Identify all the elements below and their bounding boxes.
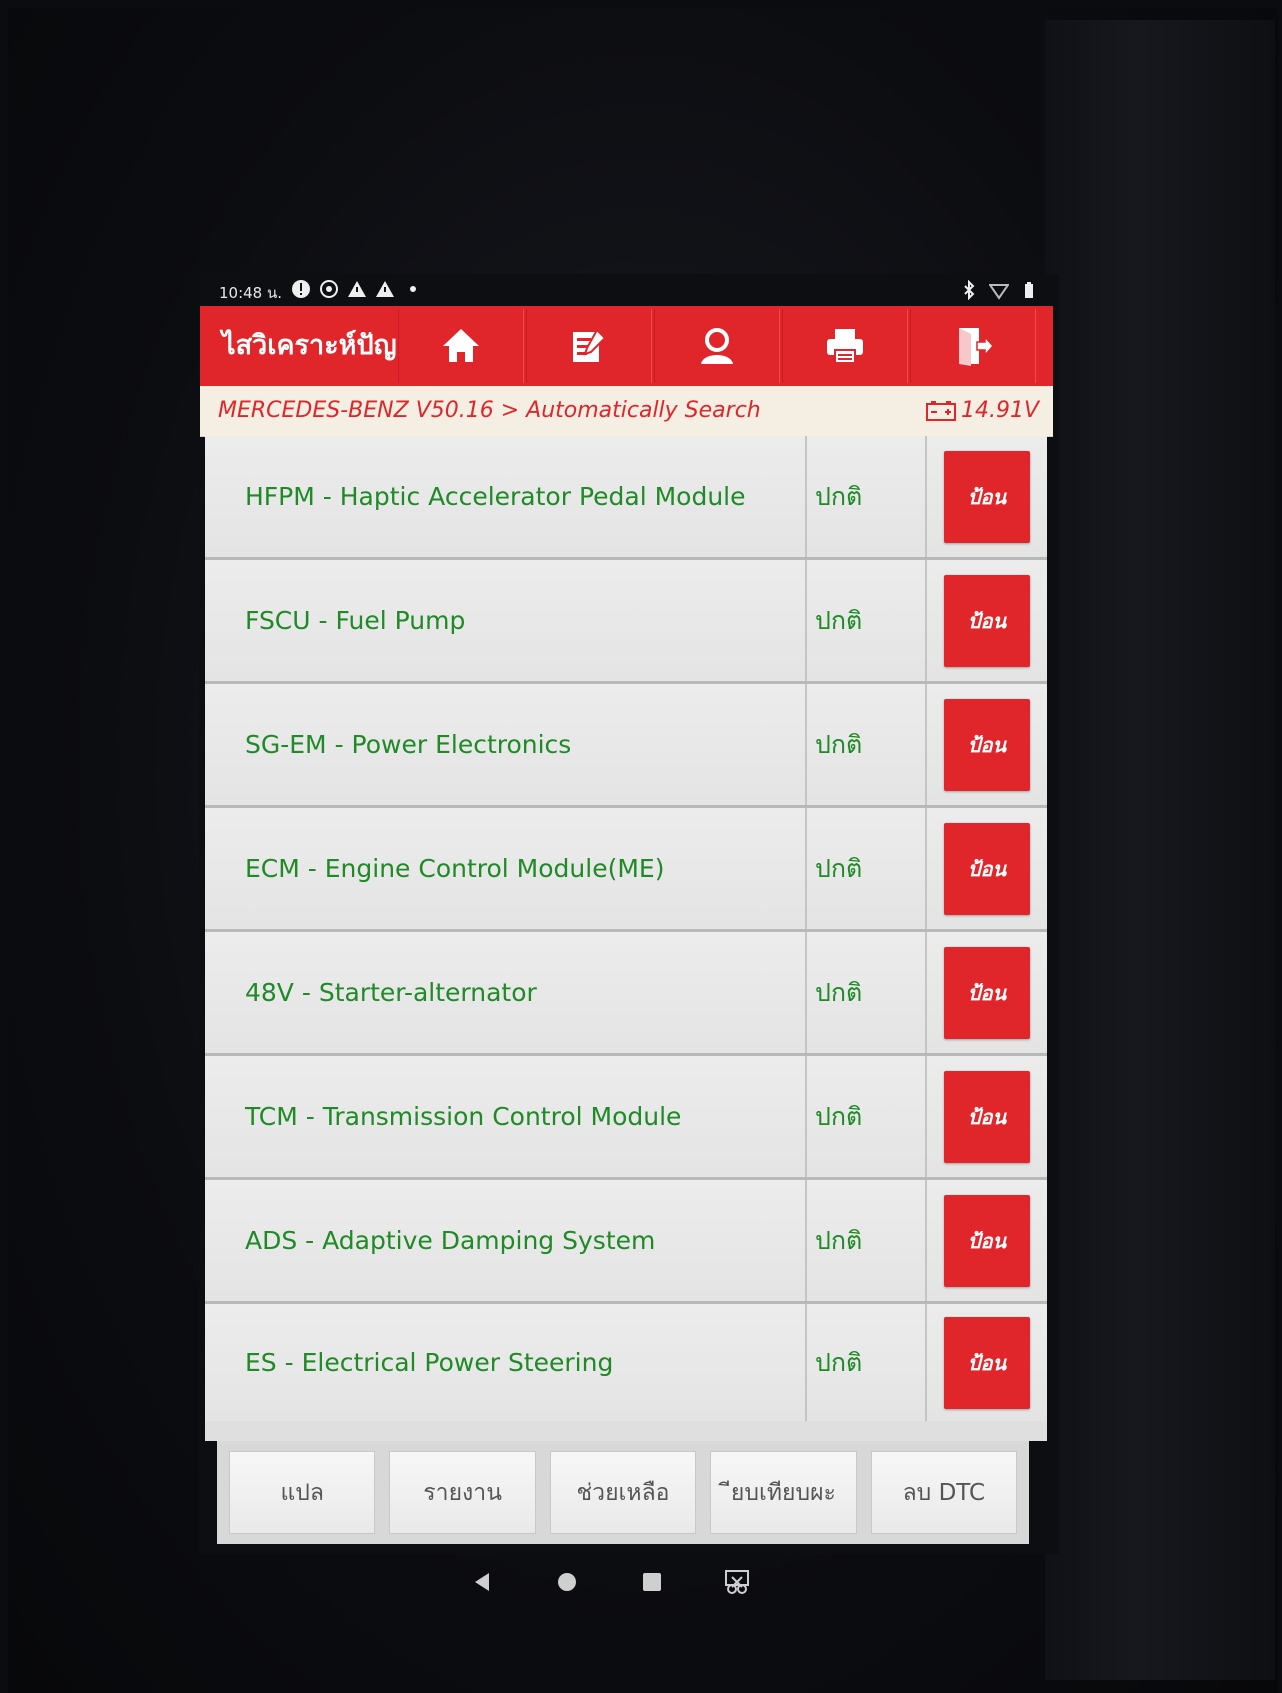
user-profile-button[interactable] — [654, 309, 780, 383]
battery-status-icon — [1025, 282, 1033, 298]
report-button[interactable]: รายงาน — [389, 1451, 536, 1534]
screenshot-icon[interactable] — [722, 1567, 752, 1597]
module-status: ปกติ — [807, 560, 927, 681]
status-bar: 10:48 น. — [199, 274, 1059, 306]
nfc-icon — [320, 280, 338, 298]
module-name: ADS - Adaptive Damping System — [205, 1180, 807, 1301]
dot-icon — [410, 286, 416, 292]
module-name: ES - Electrical Power Steering — [205, 1304, 807, 1421]
print-button[interactable] — [782, 309, 908, 383]
warning-icon — [376, 281, 394, 297]
home-button[interactable] — [398, 309, 524, 383]
module-name: TCM - Transmission Control Module — [205, 1056, 807, 1177]
home-icon — [443, 329, 479, 362]
action-cell: ป้อน — [927, 436, 1047, 557]
list-item: ES - Electrical Power Steering ปกติ ป้อน — [205, 1304, 1047, 1421]
wifi-icon — [989, 284, 1009, 300]
app-title: ไสวิเคราะห์ปัญ — [222, 330, 397, 361]
back-icon[interactable] — [467, 1567, 497, 1597]
notification-icons — [291, 279, 423, 299]
module-name: ECM - Engine Control Module(ME) — [205, 808, 807, 929]
list-item: TCM - Transmission Control Module ปกติ ป… — [205, 1056, 1047, 1180]
action-cell: ป้อน — [927, 1056, 1047, 1177]
enter-button[interactable]: ป้อน — [944, 574, 1030, 667]
clear-dtc-button[interactable]: ลบ DTC — [870, 1451, 1018, 1534]
module-name: 48V - Starter-alternator — [205, 932, 807, 1053]
list-item: 48V - Starter-alternator ปกติ ป้อน — [205, 932, 1047, 1056]
help-button[interactable]: ช่วยเหลือ — [549, 1451, 697, 1534]
function-bar: แปล รายงาน ช่วยเหลือ ียบเทียบผะ ลบ DTC — [217, 1441, 1029, 1544]
action-cell: ป้อน — [927, 808, 1047, 929]
alert-circle-icon — [292, 280, 310, 298]
android-nav-bar — [399, 1552, 819, 1612]
module-status: ปกติ — [807, 1180, 927, 1301]
tablet-frame-edge — [1045, 20, 1275, 1680]
enter-button[interactable]: ป้อน — [944, 1194, 1030, 1287]
print-icon — [827, 329, 863, 364]
action-cell: ป้อน — [927, 1304, 1047, 1421]
exit-button[interactable] — [910, 309, 1036, 383]
tablet-screen: 10:48 น. ไสวิเคราะห์ปัญ MERCEDES-BENZ V5… — [199, 274, 1059, 1594]
app-header: ไสวิเคราะห์ปัญ — [200, 306, 1053, 386]
list-item: SG-EM - Power Electronics ปกติ ป้อน — [205, 684, 1047, 808]
module-status: ปกติ — [807, 1056, 927, 1177]
list-item: FSCU - Fuel Pump ปกติ ป้อน — [205, 560, 1047, 684]
edit-report-button[interactable] — [526, 309, 652, 383]
warning-icon — [348, 281, 366, 297]
module-name: SG-EM - Power Electronics — [205, 684, 807, 805]
enter-button[interactable]: ป้อน — [944, 946, 1030, 1039]
recents-icon[interactable] — [637, 1567, 667, 1597]
compare-button[interactable]: ียบเทียบผะ — [710, 1451, 857, 1534]
action-cell: ป้อน — [927, 560, 1047, 681]
enter-button[interactable]: ป้อน — [944, 822, 1030, 915]
breadcrumb-path: MERCEDES-BENZ V50.16 > Automatically Sea… — [218, 398, 761, 423]
user-profile-icon — [701, 328, 733, 364]
enter-button[interactable]: ป้อน — [944, 1070, 1030, 1163]
status-time: 10:48 น. — [219, 284, 283, 302]
enter-button[interactable]: ป้อน — [944, 1316, 1030, 1409]
module-name: FSCU - Fuel Pump — [205, 560, 807, 681]
exit-icon — [959, 328, 995, 366]
enter-button[interactable]: ป้อน — [944, 450, 1030, 543]
voltage-readout: 14.91V — [925, 398, 1039, 423]
list-item: ECM - Engine Control Module(ME) ปกติ ป้อ… — [205, 808, 1047, 932]
system-icons — [959, 280, 1039, 300]
list-item: ADS - Adaptive Damping System ปกติ ป้อน — [205, 1180, 1047, 1304]
module-status: ปกติ — [807, 1304, 927, 1421]
list-item: HFPM - Haptic Accelerator Pedal Module ป… — [205, 436, 1047, 560]
home-nav-icon[interactable] — [552, 1567, 582, 1597]
battery-icon — [925, 400, 956, 421]
action-cell: ป้อน — [927, 684, 1047, 805]
breadcrumb: MERCEDES-BENZ V50.16 > Automatically Sea… — [200, 386, 1053, 437]
edit-report-icon — [573, 328, 607, 362]
module-status: ปกติ — [807, 436, 927, 557]
action-cell: ป้อน — [927, 932, 1047, 1053]
translate-button[interactable]: แปล — [229, 1451, 376, 1534]
bluetooth-icon — [964, 280, 975, 300]
module-status: ปกติ — [807, 684, 927, 805]
module-status: ปกติ — [807, 932, 927, 1053]
voltage-value: 14.91V — [960, 398, 1039, 423]
enter-button[interactable]: ป้อน — [944, 698, 1030, 791]
module-name: HFPM - Haptic Accelerator Pedal Module — [205, 436, 807, 557]
module-status: ปกติ — [807, 808, 927, 929]
module-list: HFPM - Haptic Accelerator Pedal Module ป… — [205, 436, 1047, 1441]
action-cell: ป้อน — [927, 1180, 1047, 1301]
